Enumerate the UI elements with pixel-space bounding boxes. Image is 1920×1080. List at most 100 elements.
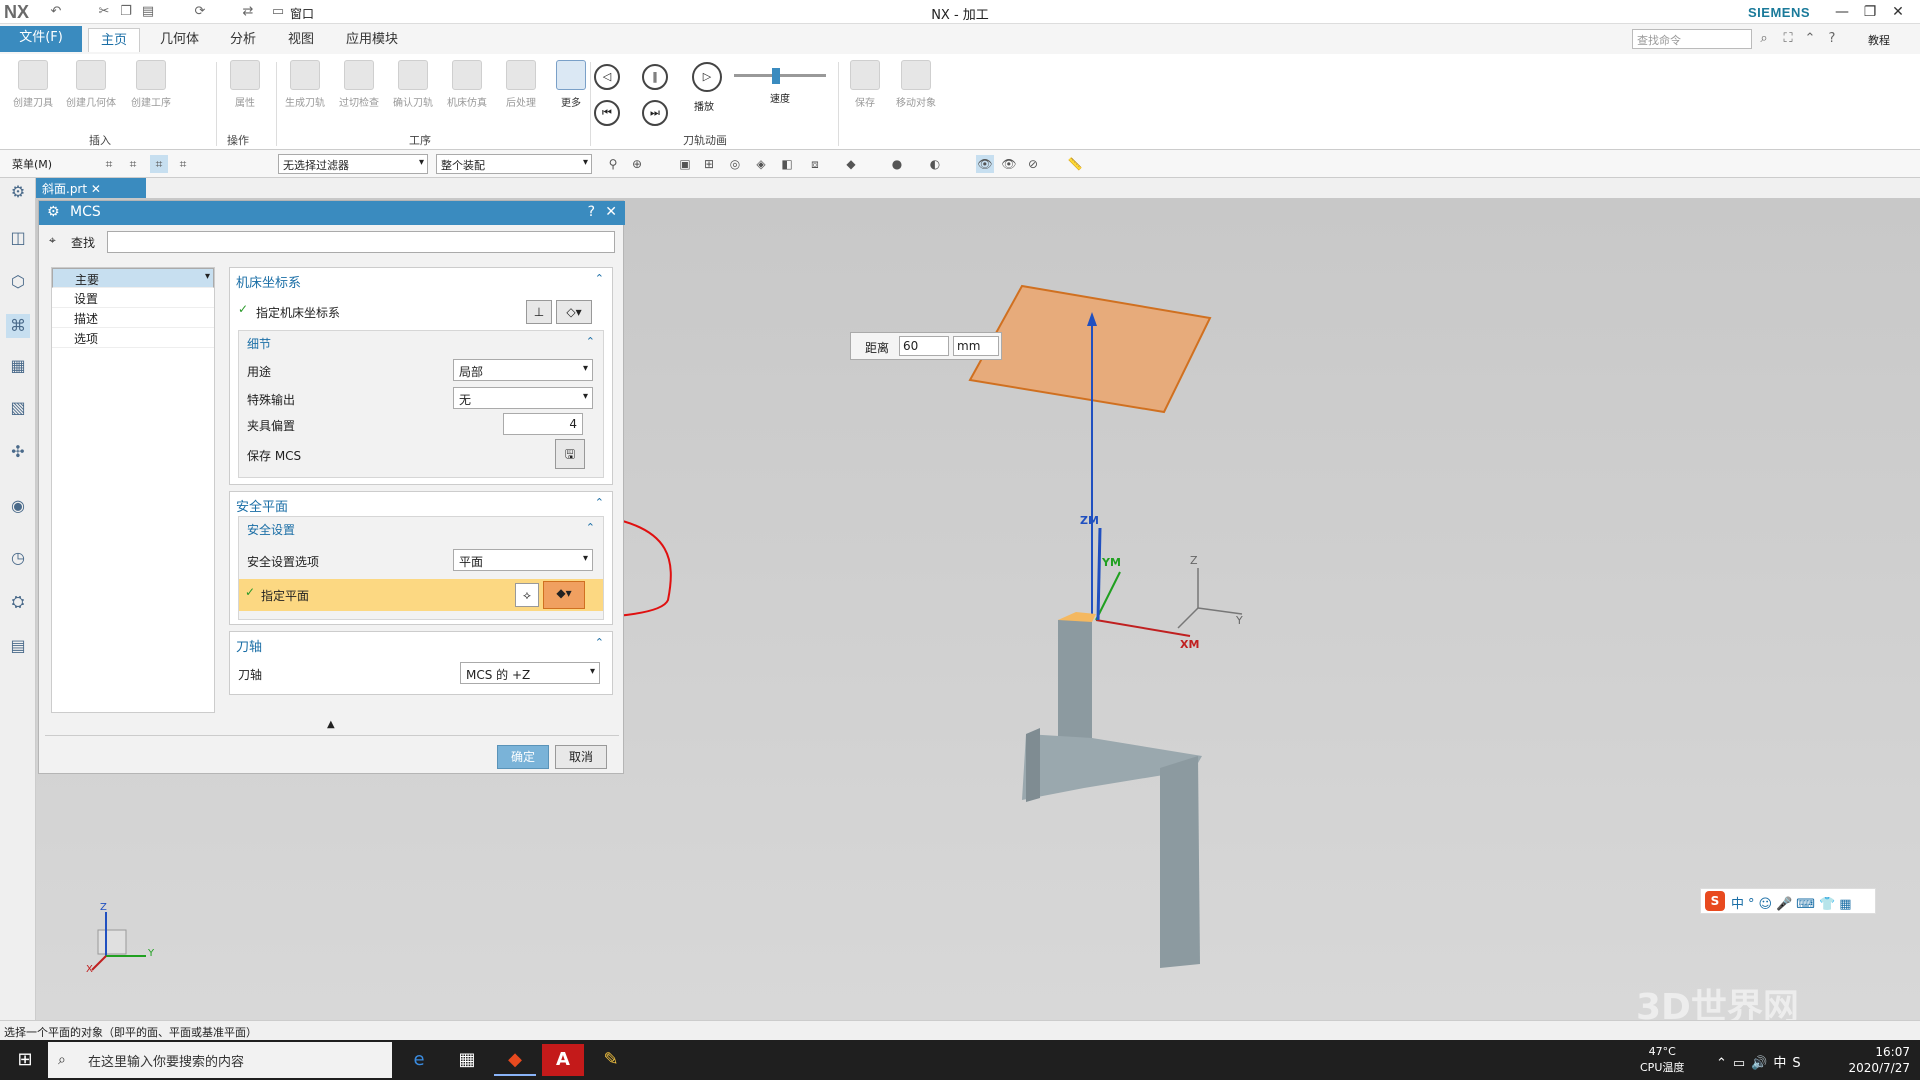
fullscreen-icon[interactable]: ⛶ [1780, 31, 1796, 47]
autocad-icon[interactable]: A [542, 1044, 584, 1076]
collapse-icon[interactable]: ⌃ [586, 335, 595, 348]
collapse-dialog-icon[interactable]: ▲ [327, 719, 335, 730]
system-tray-icons[interactable]: ⌃▭🔊中S [1716, 1052, 1807, 1071]
collapse-icon[interactable]: ⌃ [595, 272, 604, 285]
tool-axis-select[interactable]: MCS 的 +Z [460, 662, 600, 684]
snap-point-icon[interactable]: ⊕ [628, 155, 646, 173]
clock[interactable]: 16:07 2020/7/27 [1848, 1044, 1910, 1076]
hide-object-icon[interactable]: ⊘ [1024, 155, 1042, 173]
zoom-icon[interactable]: ⊞ [700, 155, 718, 173]
nav-item-settings[interactable]: 设置 [52, 288, 214, 308]
nav-item-description[interactable]: 描述 [52, 308, 214, 328]
tutorial-link[interactable]: 教程 [1868, 32, 1890, 48]
speed-slider-handle[interactable] [772, 68, 780, 84]
gouge-check-button[interactable]: 过切检查 [332, 60, 386, 109]
plane-type-button[interactable]: ◆▾ [543, 581, 585, 609]
attributes-button[interactable]: 属性 [218, 60, 272, 109]
move-object-button[interactable]: 移动对象 [886, 60, 946, 109]
tab-view[interactable]: 视图 [276, 28, 326, 52]
play-icon[interactable]: ▷ [692, 62, 722, 92]
pause-icon[interactable]: ‖ [642, 64, 668, 90]
measure-icon[interactable]: 📏 [1066, 155, 1084, 173]
library-icon[interactable]: ▧ [6, 396, 30, 420]
orient-view-icon[interactable]: ◈ [752, 155, 770, 173]
find-input[interactable] [107, 231, 615, 253]
file-tab[interactable]: 斜面.prt ✕ [36, 178, 146, 198]
assembly-scope-select[interactable]: 整个装配 [436, 154, 592, 174]
render-style-icon[interactable]: ◧ [778, 155, 796, 173]
purpose-select[interactable]: 局部 [453, 359, 593, 381]
forward-icon[interactable]: ⏭ [642, 100, 668, 126]
edge-browser-icon[interactable]: e [398, 1044, 440, 1076]
menu-button[interactable]: 菜单(M) [12, 156, 52, 172]
edge-style-icon[interactable]: ◆ [842, 155, 860, 173]
rotate-icon[interactable]: ◎ [726, 155, 744, 173]
fixture-offset-input[interactable]: 4 [503, 413, 583, 435]
ok-button[interactable]: 确定 [497, 745, 549, 769]
step-back-icon[interactable]: ◁ [594, 64, 620, 90]
method-view-icon[interactable]: ⌗ [174, 155, 192, 173]
close-icon[interactable]: ✕ [605, 204, 617, 220]
minimize-button[interactable]: — [1830, 2, 1854, 22]
roles-icon[interactable]: ▤ [6, 634, 30, 658]
speed-slider-track[interactable] [734, 74, 826, 77]
web-browser-icon[interactable]: ◉ [6, 494, 30, 518]
layer-icon[interactable]: ◐ [926, 155, 944, 173]
create-tool-button[interactable]: 创建刀具 [6, 60, 60, 109]
ime-toolbar[interactable]: S 中°☺🎤⌨👕▦ [1700, 888, 1876, 914]
taskbar-search-input[interactable]: 在这里输入你要搜索的内容 [48, 1042, 392, 1078]
nav-item-main[interactable]: 主要 [52, 268, 214, 288]
collapse-icon[interactable]: ⌃ [586, 521, 595, 534]
plane-dialog-button[interactable]: ⟡ [515, 583, 539, 607]
features-icon[interactable]: ✣ [6, 440, 30, 464]
assembly-navigator-icon[interactable]: ⬡ [6, 270, 30, 294]
clearance-option-select[interactable]: 平面 [453, 549, 593, 571]
selection-filter-select[interactable]: 无选择过滤器 [278, 154, 428, 174]
collapse-icon[interactable]: ⌃ [595, 496, 604, 509]
show-object-icon[interactable]: 👁 [1000, 155, 1018, 173]
save-mcs-button[interactable]: 🖫 [555, 439, 585, 469]
search-icon[interactable]: ⌕ [1756, 31, 1772, 47]
create-operation-button[interactable]: 创建工序 [124, 60, 178, 109]
chevron-up-icon[interactable]: ⌃ [1802, 31, 1818, 47]
operation-navigator-icon[interactable]: ⌘ [6, 314, 30, 338]
machine-tool-icon[interactable]: ▦ [6, 354, 30, 378]
tab-geometry[interactable]: 几何体 [148, 28, 211, 52]
help-icon[interactable]: ? [1824, 31, 1840, 47]
verify-path-button[interactable]: 确认刀轨 [386, 60, 440, 109]
rewind-icon[interactable]: ⏮ [594, 100, 620, 126]
view-icon[interactable]: ⧈ [806, 155, 824, 173]
csys-dialog-button[interactable]: ⊥ [526, 300, 552, 324]
program-view-icon[interactable]: ⌗ [150, 155, 168, 173]
process-icon[interactable]: ⛭ [6, 590, 30, 614]
tab-file[interactable]: 文件(F) [0, 26, 82, 52]
machine-view-icon[interactable]: ⌗ [124, 155, 142, 173]
help-icon[interactable]: ? [588, 204, 595, 220]
tab-analysis[interactable]: 分析 [218, 28, 268, 52]
restore-button[interactable]: ❐ [1858, 2, 1882, 22]
csys-type-button[interactable]: ◇▾ [556, 300, 592, 324]
close-icon[interactable]: ✕ [91, 182, 101, 196]
show-path-icon[interactable]: 👁 [976, 155, 994, 173]
windows-start-icon[interactable]: ⊞ [4, 1044, 46, 1076]
tab-home[interactable]: 主页 [88, 28, 141, 52]
paint-icon[interactable]: ✎ [590, 1044, 632, 1076]
command-search-input[interactable]: 查找命令 [1632, 29, 1752, 49]
filter-icon[interactable]: ⚲ [604, 155, 622, 173]
shaded-icon[interactable]: ● [888, 155, 906, 173]
settings-icon[interactable]: ⚙ [6, 180, 30, 204]
specify-plane-row[interactable]: ✓ 指定平面 ⟡ ◆▾ [239, 579, 603, 611]
fit-icon[interactable]: ▣ [676, 155, 694, 173]
nx-app-icon[interactable]: ◆ [494, 1044, 536, 1076]
nav-item-options[interactable]: 选项 [52, 328, 214, 348]
cancel-button[interactable]: 取消 [555, 745, 607, 769]
geometry-view-icon[interactable]: ⌗ [100, 155, 118, 173]
save-button[interactable]: 保存 [838, 60, 892, 109]
generate-path-button[interactable]: 生成刀轨 [278, 60, 332, 109]
close-button[interactable]: ✕ [1886, 2, 1910, 22]
calculator-icon[interactable]: ▦ [446, 1044, 488, 1076]
machine-sim-button[interactable]: 机床仿真 [440, 60, 494, 109]
history-icon[interactable]: ◷ [6, 546, 30, 570]
unit-select[interactable]: mm [953, 336, 999, 356]
tab-applications[interactable]: 应用模块 [334, 28, 410, 52]
